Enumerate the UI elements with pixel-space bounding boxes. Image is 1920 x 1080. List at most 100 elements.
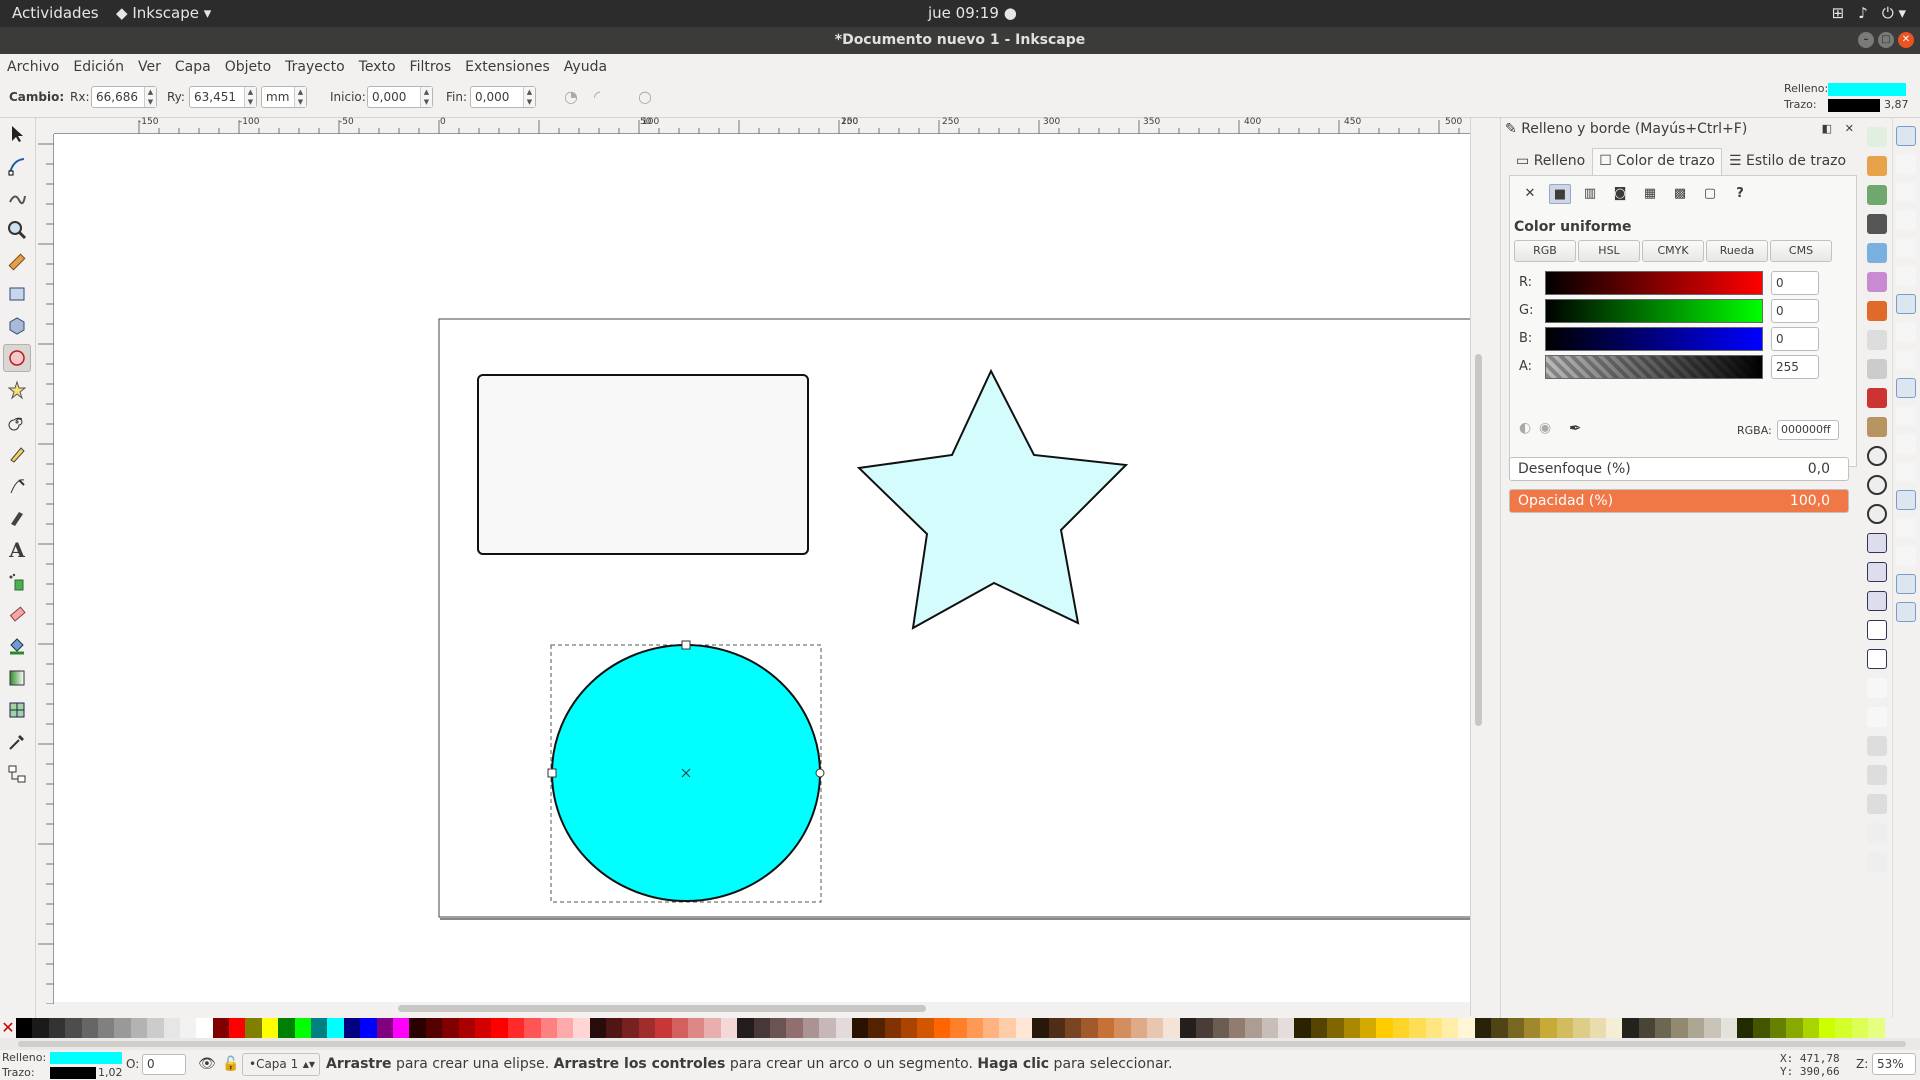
app-menu[interactable]: ◆ Inkscape ▾ bbox=[116, 4, 211, 22]
mode-wheel-button[interactable]: Rueda bbox=[1706, 240, 1768, 262]
pencil-tool-icon[interactable] bbox=[3, 440, 31, 468]
snap-toggle-icon[interactable] bbox=[1896, 126, 1916, 146]
palette-swatch[interactable] bbox=[1179, 1018, 1197, 1038]
palette-swatch[interactable] bbox=[1737, 1018, 1754, 1038]
rx-stepper[interactable]: ▲ ▼ bbox=[144, 87, 156, 107]
snap-intersections-icon[interactable] bbox=[1896, 350, 1916, 370]
palette-swatch[interactable] bbox=[1048, 1018, 1065, 1038]
status-opacity-input[interactable]: 0 bbox=[142, 1054, 186, 1075]
mode-rgb-button[interactable]: RGB bbox=[1514, 240, 1576, 262]
start-stepper[interactable]: ▲ ▼ bbox=[420, 87, 432, 107]
palette-swatch[interactable] bbox=[835, 1018, 852, 1038]
zoom-tool-icon[interactable] bbox=[3, 216, 31, 244]
palette-swatch[interactable] bbox=[704, 1018, 721, 1038]
linear-gradient-icon[interactable]: ▥ bbox=[1579, 184, 1601, 204]
xml-editor-icon[interactable] bbox=[1867, 765, 1887, 785]
palette-swatch[interactable] bbox=[1622, 1018, 1639, 1038]
blue-slider[interactable] bbox=[1545, 327, 1763, 351]
palette-swatch[interactable] bbox=[1458, 1018, 1475, 1038]
rgba-input[interactable]: 000000ff bbox=[1777, 420, 1839, 440]
palette-swatch[interactable] bbox=[1065, 1018, 1082, 1038]
open-icon[interactable] bbox=[1867, 156, 1887, 176]
palette-swatch[interactable] bbox=[1327, 1018, 1344, 1038]
palette-swatch[interactable] bbox=[573, 1018, 590, 1038]
palette-swatch[interactable] bbox=[163, 1018, 180, 1038]
palette-scroll-thumb[interactable] bbox=[18, 1041, 1906, 1047]
unlink-clone-icon[interactable] bbox=[1867, 591, 1887, 611]
new-document-icon[interactable] bbox=[1867, 127, 1887, 147]
horizontal-ruler[interactable]: -150 -100 -50 0 50 100 150 200 250 300 3… bbox=[54, 117, 1470, 134]
palette-swatch[interactable] bbox=[999, 1018, 1016, 1038]
copy-icon[interactable] bbox=[1867, 359, 1887, 379]
snap-page-border-icon[interactable] bbox=[1896, 546, 1916, 566]
group-icon[interactable] bbox=[1867, 620, 1887, 640]
snap-cusp-nodes-icon[interactable] bbox=[1896, 378, 1916, 398]
menu-filtros[interactable]: Filtros bbox=[403, 54, 459, 80]
slice-icon[interactable]: ◔ bbox=[564, 87, 578, 106]
palette-swatch[interactable] bbox=[917, 1018, 934, 1038]
flat-color-icon[interactable]: ■ bbox=[1549, 184, 1571, 204]
palette-swatch[interactable] bbox=[65, 1018, 82, 1038]
snap-grid-icon[interactable] bbox=[1896, 574, 1916, 594]
import-icon[interactable] bbox=[1867, 243, 1887, 263]
activities-button[interactable]: Actividades bbox=[12, 4, 99, 22]
palette-swatch[interactable] bbox=[16, 1018, 33, 1038]
paint-bucket-tool-icon[interactable] bbox=[3, 632, 31, 660]
snap-bbox-corner-icon[interactable] bbox=[1896, 210, 1916, 230]
connector-tool-icon[interactable] bbox=[3, 760, 31, 788]
palette-swatch[interactable] bbox=[1605, 1018, 1623, 1038]
palette-scrollbar[interactable] bbox=[0, 1038, 1920, 1050]
palette-swatch[interactable] bbox=[1573, 1018, 1590, 1038]
palette-swatch[interactable] bbox=[48, 1018, 66, 1038]
eye-icon[interactable]: 👁 bbox=[198, 1056, 216, 1072]
lock-icon[interactable]: 🔓 bbox=[222, 1056, 239, 1072]
green-input[interactable]: 0 bbox=[1771, 299, 1819, 323]
palette-swatch[interactable] bbox=[1491, 1018, 1508, 1038]
menu-ver[interactable]: Ver bbox=[131, 54, 168, 80]
end-input[interactable]: 0,000 ▲ ▼ bbox=[470, 86, 536, 108]
calligraphy-tool-icon[interactable] bbox=[3, 504, 31, 532]
palette-swatch[interactable] bbox=[507, 1018, 525, 1038]
palette-swatch[interactable] bbox=[1769, 1018, 1787, 1038]
clone-icon[interactable] bbox=[1867, 562, 1887, 582]
stroke-swatch[interactable] bbox=[1828, 99, 1880, 112]
palette-swatch[interactable] bbox=[753, 1018, 770, 1038]
tab-color-de-trazo[interactable]: ☐ Color de trazo bbox=[1592, 148, 1722, 176]
dock-icon[interactable]: ◧ bbox=[1822, 118, 1832, 140]
palette-swatch[interactable] bbox=[130, 1018, 148, 1038]
palette-swatch[interactable] bbox=[1556, 1018, 1574, 1038]
eraser-tool-icon[interactable] bbox=[3, 600, 31, 628]
snap-smooth-nodes-icon[interactable] bbox=[1896, 406, 1916, 426]
zoom-selection-icon[interactable] bbox=[1867, 446, 1887, 466]
palette-swatch[interactable] bbox=[1032, 1018, 1049, 1038]
opacity-field[interactable]: Opacidad (%) 100,0 bbox=[1509, 489, 1849, 513]
palette-swatch[interactable] bbox=[1868, 1018, 1885, 1038]
menu-ayuda[interactable]: Ayuda bbox=[557, 54, 614, 80]
palette-swatch[interactable] bbox=[737, 1018, 754, 1038]
mesh-tool-icon[interactable] bbox=[3, 696, 31, 724]
preferences-icon[interactable] bbox=[1867, 823, 1887, 843]
close-button[interactable]: ✕ bbox=[1898, 32, 1914, 48]
snap-centers-icon[interactable] bbox=[1896, 462, 1916, 482]
palette-swatch[interactable] bbox=[294, 1018, 312, 1038]
unit-select[interactable]: mm ▲ ▼ bbox=[261, 86, 307, 108]
zoom-drawing-icon[interactable] bbox=[1867, 475, 1887, 495]
palette-swatch[interactable] bbox=[868, 1018, 885, 1038]
palette-swatch[interactable] bbox=[245, 1018, 262, 1038]
rx-input[interactable]: 66,686 ▲ ▼ bbox=[91, 86, 157, 108]
palette-swatch[interactable] bbox=[1278, 1018, 1295, 1038]
palette-swatch[interactable] bbox=[409, 1018, 426, 1038]
rectangle-tool-icon[interactable] bbox=[3, 280, 31, 308]
status-fill-swatch[interactable] bbox=[50, 1052, 122, 1064]
palette-swatch[interactable] bbox=[655, 1018, 672, 1038]
no-color-icon[interactable]: ✕ bbox=[0, 1018, 16, 1038]
palette-swatch[interactable] bbox=[1704, 1018, 1721, 1038]
palette-swatch[interactable] bbox=[851, 1018, 869, 1038]
snap-rotation-center-icon[interactable] bbox=[1896, 490, 1916, 510]
zoom-input[interactable]: 53% bbox=[1872, 1053, 1916, 1075]
fill-swatch[interactable] bbox=[1828, 83, 1906, 96]
palette-swatch[interactable] bbox=[1376, 1018, 1393, 1038]
palette-swatch[interactable] bbox=[1196, 1018, 1213, 1038]
palette-swatch[interactable] bbox=[966, 1018, 984, 1038]
palette-swatch[interactable] bbox=[1146, 1018, 1164, 1038]
